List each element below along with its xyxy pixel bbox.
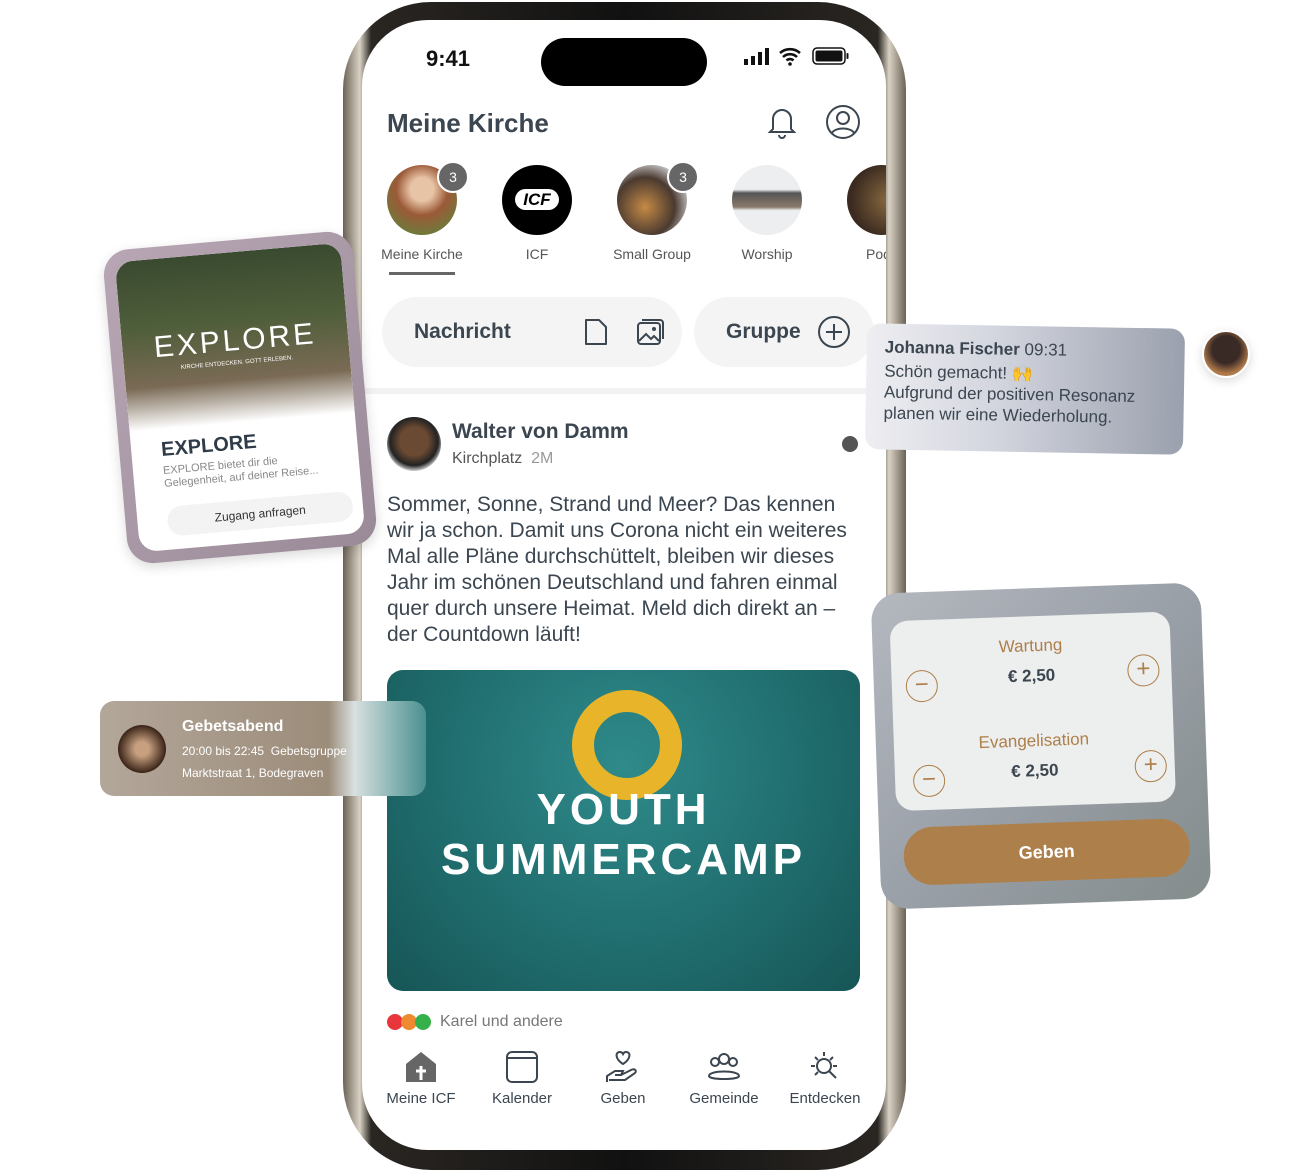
group-icon bbox=[707, 1053, 741, 1080]
story-label: Small Group bbox=[613, 246, 691, 262]
reactions-text: Karel und andere bbox=[440, 1013, 563, 1030]
event-card[interactable]: Gebetsabend 20:00 bis 22:45 Gebetsgruppe… bbox=[100, 701, 426, 796]
bell-icon[interactable] bbox=[766, 105, 798, 144]
tab-label: Entdecken bbox=[789, 1090, 861, 1107]
chat-line-2: Aufgrund der positiven Resonanz planen w… bbox=[883, 382, 1136, 427]
decrease-button[interactable]: − bbox=[912, 764, 946, 798]
story-meine-kirche[interactable]: 3 Meine Kirche bbox=[367, 161, 477, 275]
message-label: Nachricht bbox=[414, 320, 511, 343]
tab-geben[interactable]: Geben bbox=[573, 1050, 673, 1107]
avatar bbox=[847, 165, 886, 235]
document-icon[interactable] bbox=[583, 317, 609, 347]
event-address: Marktstraat 1, Bodegraven bbox=[182, 765, 324, 780]
tab-gemeinde[interactable]: Gemeinde bbox=[674, 1050, 774, 1107]
decrease-button[interactable]: − bbox=[905, 669, 939, 703]
active-underline bbox=[389, 272, 455, 275]
battery-icon bbox=[812, 47, 850, 70]
tab-label: Geben bbox=[600, 1090, 646, 1107]
story-podcast[interactable]: Podc bbox=[827, 165, 886, 262]
unread-dot bbox=[842, 436, 858, 452]
chat-time: 09:31 bbox=[1024, 339, 1068, 360]
wifi-icon bbox=[778, 46, 802, 71]
event-avatar bbox=[118, 724, 166, 773]
chat-sender: Johanna Fischer bbox=[884, 337, 1020, 359]
dynamic-island bbox=[541, 38, 707, 86]
story-label: ICF bbox=[525, 246, 549, 262]
user-circle-icon[interactable] bbox=[825, 104, 861, 145]
divider bbox=[362, 388, 886, 394]
give-item-label: Evangelisation bbox=[978, 729, 1090, 753]
author-avatar[interactable] bbox=[387, 417, 441, 471]
story-badge: 3 bbox=[667, 161, 699, 193]
chat-message-card[interactable]: Johanna Fischer 09:31 Schön gemacht! 🙌 A… bbox=[864, 323, 1186, 455]
message-compose-button[interactable]: Nachricht bbox=[382, 297, 682, 367]
explore-image: EXPLORE KIRCHE ENTDECKEN. GOTT ERLEBEN. bbox=[114, 242, 355, 432]
give-item-label: Wartung bbox=[998, 635, 1063, 657]
calendar-icon bbox=[506, 1051, 538, 1083]
tab-label: Gemeinde bbox=[689, 1090, 759, 1107]
image-icon[interactable] bbox=[635, 317, 665, 347]
group-label: Gruppe bbox=[726, 320, 801, 343]
tab-label: Kalender bbox=[491, 1090, 553, 1107]
post-meta: Kirchplatz 2M bbox=[452, 450, 553, 468]
story-worship[interactable]: Worship bbox=[712, 165, 822, 262]
page-title: Meine Kirche bbox=[387, 108, 549, 138]
status-time: 9:41 bbox=[426, 46, 471, 71]
tab-entdecken[interactable]: Entdecken bbox=[775, 1050, 875, 1107]
phone-screen: 9:41 Meine Kirche 3 Meine Kirche ICF ICF… bbox=[362, 20, 886, 1150]
post-location: Kirchplatz bbox=[452, 450, 523, 467]
reactions-row[interactable]: Karel und andere bbox=[387, 1013, 563, 1031]
story-label: Meine Kirche bbox=[381, 246, 463, 262]
explore-card[interactable]: EXPLORE KIRCHE ENTDECKEN. GOTT ERLEBEN. … bbox=[101, 229, 379, 566]
story-icf[interactable]: ICF ICF bbox=[482, 165, 592, 262]
event-time: 20:00 bis 22:45 bbox=[182, 743, 265, 758]
increase-button[interactable]: + bbox=[1134, 749, 1168, 783]
chat-avatar[interactable] bbox=[1202, 330, 1250, 378]
pray-reaction-icon bbox=[415, 1014, 431, 1030]
swim-ring-graphic bbox=[572, 690, 682, 800]
group-add-button[interactable]: Gruppe bbox=[694, 297, 874, 367]
give-card: Wartung € 2,50 − + Evangelisation € 2,50… bbox=[870, 582, 1212, 910]
tab-meine-icf[interactable]: Meine ICF bbox=[371, 1050, 471, 1107]
event-group: Gebetsgruppe bbox=[270, 743, 347, 758]
tab-kalender[interactable]: Kalender bbox=[472, 1050, 572, 1107]
request-access-button[interactable]: Zugang anfragen bbox=[166, 490, 355, 537]
tab-label: Meine ICF bbox=[386, 1090, 456, 1107]
story-label: Podc bbox=[866, 246, 886, 262]
story-small-group[interactable]: 3 Small Group bbox=[597, 161, 707, 262]
post-age: 2M bbox=[531, 450, 554, 467]
sun-search-icon bbox=[811, 1052, 837, 1079]
signal-icon bbox=[744, 48, 770, 71]
plus-circle-icon bbox=[817, 316, 850, 348]
post-image[interactable]: YOUTH SUMMERCAMP bbox=[387, 670, 860, 991]
church-icon bbox=[406, 1052, 436, 1082]
event-title: Gebetsabend bbox=[182, 717, 284, 735]
story-badge: 3 bbox=[437, 161, 469, 193]
story-label: Worship bbox=[741, 246, 793, 262]
post-text: Sommer, Sonne, Strand und Meer? Das kenn… bbox=[387, 493, 847, 646]
hand-heart-icon bbox=[606, 1050, 637, 1082]
icf-logo: ICF bbox=[502, 165, 572, 235]
post-image-title: YOUTH SUMMERCAMP bbox=[440, 785, 807, 884]
avatar bbox=[732, 165, 802, 235]
give-button[interactable]: Geben bbox=[902, 817, 1191, 886]
post-author[interactable]: Walter von Damm bbox=[452, 420, 629, 444]
